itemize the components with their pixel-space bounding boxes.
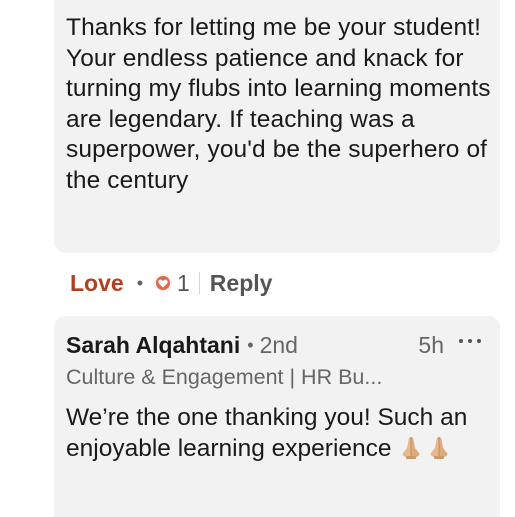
comment-bubble: Thanks for letting me be your student! Y…	[54, 0, 500, 253]
more-options-icon[interactable]	[459, 336, 481, 346]
separator-dot: •	[247, 334, 254, 355]
comment-text: We’re the one thanking you! Such an enjo…	[66, 403, 491, 464]
comment-actions: Love • 1 Reply	[70, 266, 272, 300]
separator-dot: •	[136, 272, 143, 293]
author-name[interactable]: Sarah Alqahtani	[66, 332, 240, 359]
reply-comment-bubble: Sarah Alqahtani • 2nd 5h Culture & Engag…	[54, 316, 500, 517]
folded-hands-icon	[398, 434, 452, 460]
reaction-count[interactable]: 1	[177, 270, 190, 297]
reply-button[interactable]: Reply	[210, 270, 273, 297]
love-reaction-button[interactable]: Love	[70, 270, 124, 297]
comments-thread: Thanks for letting me be your student! Y…	[0, 0, 515, 517]
comment-header: Sarah Alqahtani • 2nd 5h	[66, 330, 491, 360]
comment-text: Thanks for letting me be your student! Y…	[66, 14, 491, 194]
connection-degree: 2nd	[259, 331, 298, 358]
heart-icon[interactable]	[154, 274, 172, 292]
divider	[198, 272, 200, 294]
comment-timestamp: 5h	[418, 331, 444, 358]
author-headline: Culture & Engagement | HR Bu...	[66, 365, 383, 389]
